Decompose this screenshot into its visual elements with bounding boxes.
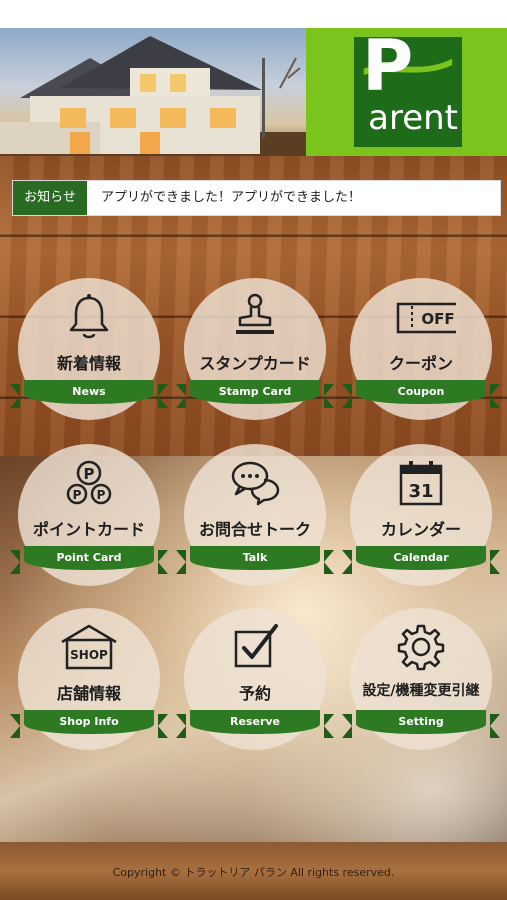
notice-label: お知らせ	[13, 181, 87, 215]
menu-sublabel: Talk	[242, 551, 268, 564]
checkbox-icon	[234, 624, 278, 668]
bell-icon	[69, 294, 109, 339]
gear-icon	[397, 624, 445, 671]
menu-ribbon: Point Card	[10, 546, 168, 574]
svg-text:P: P	[73, 488, 82, 502]
menu-label: カレンダー	[380, 520, 461, 539]
menu-label: 予約	[238, 684, 271, 703]
point-coin-text: P	[84, 465, 95, 483]
calendar-icon: 31	[399, 461, 443, 506]
menu-ribbon: Shop Info	[10, 710, 168, 738]
menu-label: クーポン	[388, 354, 453, 373]
menu-sublabel: Reserve	[230, 715, 280, 728]
menu-label: 新着情報	[56, 354, 121, 373]
menu-ribbon: News	[10, 380, 168, 408]
stamp-icon	[236, 293, 274, 334]
menu-sublabel: Shop Info	[59, 715, 119, 728]
menu-ribbon: Calendar	[342, 546, 500, 574]
menu-ribbon: Coupon	[342, 380, 500, 408]
menu-ribbon: Stamp Card	[176, 380, 334, 408]
logo-initial: P	[362, 25, 414, 107]
shop-icon: SHOP	[61, 624, 117, 670]
menu-ribbon: Talk	[176, 546, 334, 574]
menu-setting-button[interactable]: 設定/機種変更引継 Setting	[342, 608, 500, 750]
svg-text:P: P	[97, 488, 106, 502]
hero-restaurant-photo	[0, 28, 306, 156]
app-header: P arent	[0, 28, 507, 156]
chat-bubbles-icon	[231, 461, 280, 506]
menu-shop-info-button[interactable]: SHOP 店舗情報 Shop Info	[10, 608, 168, 750]
menu-ribbon: Reserve	[176, 710, 334, 738]
menu-sublabel: Calendar	[393, 551, 449, 564]
coupon-icon-text: OFF	[421, 310, 454, 328]
menu-label: お問合せトーク	[198, 520, 311, 539]
menu-reserve-button[interactable]: 予約 Reserve	[176, 608, 334, 750]
brand-logo: P arent	[354, 31, 462, 147]
shop-icon-text: SHOP	[70, 648, 108, 662]
brand-logo-panel: P arent	[306, 28, 507, 156]
coupon-icon: OFF	[396, 302, 456, 334]
menu-calendar-button[interactable]: 31 カレンダー Calendar	[342, 444, 500, 586]
menu-coupon-button[interactable]: OFF クーポン Coupon	[342, 278, 500, 420]
logo-text: arent	[368, 98, 458, 138]
menu-news-button[interactable]: 新着情報 News	[10, 278, 168, 420]
menu-label: スタンプカード	[199, 354, 311, 373]
calendar-icon-text: 31	[408, 481, 433, 502]
menu-talk-button[interactable]: お問合せトーク Talk	[176, 444, 334, 586]
menu-sublabel: Setting	[398, 715, 444, 728]
menu-label: ポイントカード	[32, 520, 145, 539]
menu-point-card-button[interactable]: P P P ポイントカード Point Card	[10, 444, 168, 586]
menu-label: 設定/機種変更引継	[362, 683, 480, 699]
menu-sublabel: Stamp Card	[218, 385, 292, 398]
menu-ribbon: Setting	[342, 710, 500, 738]
menu-stamp-card-button[interactable]: スタンプカード Stamp Card	[176, 278, 334, 420]
menu-sublabel: News	[72, 385, 106, 398]
menu-label: 店舗情報	[56, 684, 121, 703]
copyright-text: Copyright © トラットリア パラン All rights reserv…	[112, 866, 395, 879]
menu-sublabel: Point Card	[56, 551, 122, 564]
notice-text[interactable]: アプリができました！アプリができました！	[101, 181, 492, 215]
menu-sublabel: Coupon	[397, 385, 445, 398]
notice-bar[interactable]: お知らせ アプリができました！アプリができました！	[12, 180, 501, 216]
point-coins-icon: P P P	[66, 460, 112, 505]
